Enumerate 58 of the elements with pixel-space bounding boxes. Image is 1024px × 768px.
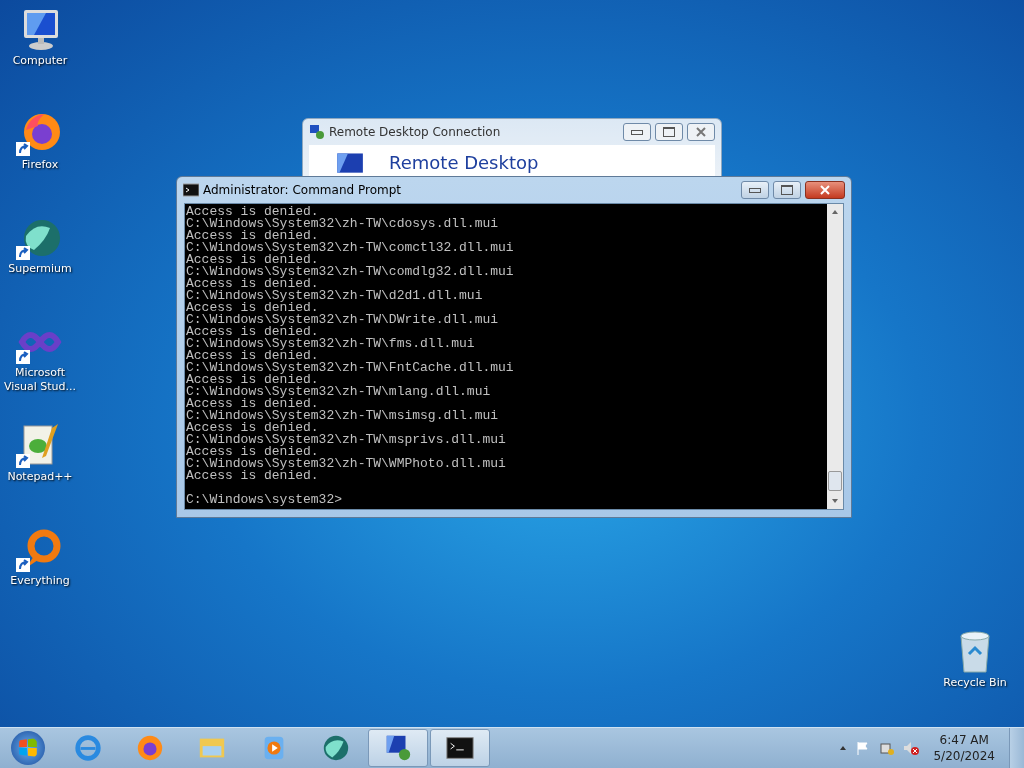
console-line: Access is denied. xyxy=(186,254,319,266)
console-line: Access is denied. xyxy=(186,470,319,482)
console-line: Access is denied. xyxy=(186,422,319,434)
command-prompt[interactable]: C:\Windows\system32> xyxy=(186,494,827,506)
volume-muted-icon[interactable] xyxy=(903,740,920,756)
ie-icon xyxy=(73,733,103,763)
console-line: C:\Windows\System32\zh-TW\msprivs.dll.mui xyxy=(186,434,507,446)
scrollbar[interactable] xyxy=(827,204,843,509)
console-line: Access is denied. xyxy=(186,326,319,338)
desktop-icon-label[interactable]: Everything xyxy=(1,574,79,588)
close-icon xyxy=(696,127,706,137)
console-line: C:\Windows\System32\zh-TW\WMPhoto.dll.mui xyxy=(186,458,507,470)
console-line: C:\Windows\System32\zh-TW\fms.dll.mui xyxy=(186,338,476,350)
computer-icon xyxy=(309,124,325,140)
console-line: C:\Windows\System32\zh-TW\DWrite.dll.mui xyxy=(186,314,500,326)
console-line: Access is denied. xyxy=(186,302,319,314)
clock-date[interactable]: 5/20/2024 xyxy=(933,748,995,764)
console-line: Access is denied. xyxy=(186,230,319,242)
show-hidden-icons-button[interactable] xyxy=(839,744,848,752)
desktop-icon-label[interactable]: Recycle Bin xyxy=(936,676,1014,690)
scrollbar-thumb[interactable] xyxy=(828,471,842,491)
remote-taskbar-button[interactable] xyxy=(368,729,428,767)
close-button[interactable] xyxy=(805,181,845,199)
clock-time[interactable]: 6:47 AM xyxy=(939,732,989,748)
console-line: Access is denied. xyxy=(186,278,319,290)
console-line: Access is denied. xyxy=(186,446,319,458)
console-line: C:\Windows\System32\zh-TW\d2d1.dll.mui xyxy=(186,290,484,302)
console-line: C:\Windows\System32\zh-TW\cdosys.dll.mui xyxy=(186,218,500,230)
console-line: Access is denied. xyxy=(186,206,319,218)
minimize-button[interactable] xyxy=(741,181,769,199)
desktop-icon-label[interactable]: Computer xyxy=(1,54,79,68)
desktop-icon-label[interactable]: Microsoft Visual Stud... xyxy=(1,366,79,394)
network-icon[interactable] xyxy=(879,740,896,756)
maximize-button[interactable] xyxy=(655,123,683,141)
console-line: C:\Windows\System32\zh-TW\comdlg32.dll.mui xyxy=(186,266,515,278)
firefox-icon xyxy=(135,733,165,763)
window-title: Remote Desktop Connection xyxy=(329,125,501,139)
console-line: Access is denied. xyxy=(186,398,319,410)
window-title: Administrator: Command Prompt xyxy=(203,183,401,197)
console-taskbar-button[interactable] xyxy=(430,729,490,767)
console-line: C:\Windows\System32\zh-TW\comctl32.dll.mui xyxy=(186,242,515,254)
minimize-button[interactable] xyxy=(623,123,651,141)
close-icon xyxy=(820,185,830,195)
console-line: Access is denied. xyxy=(186,350,319,362)
close-button[interactable] xyxy=(687,123,715,141)
console-line: C:\Windows\System32\zh-TW\mlang.dll.mui xyxy=(186,386,492,398)
desktop-icon-label[interactable]: Supermium xyxy=(1,262,79,276)
console-icon xyxy=(183,182,199,198)
scroll-down-arrow-icon[interactable] xyxy=(831,497,839,505)
console-line: C:\Windows\System32\zh-TW\msimsg.dll.mui xyxy=(186,410,500,422)
desktop-icon-label[interactable]: Notepad++ xyxy=(1,470,79,484)
globe-icon xyxy=(321,733,351,763)
console-line: Access is denied. xyxy=(186,374,319,386)
maximize-button[interactable] xyxy=(773,181,801,199)
console-line: C:\Windows\System32\zh-TW\FntCache.dll.mui xyxy=(186,362,515,374)
scroll-up-arrow-icon[interactable] xyxy=(831,208,839,216)
desktop-icon-label[interactable]: Firefox xyxy=(1,158,79,172)
window-heading: Remote Desktop xyxy=(389,151,539,173)
